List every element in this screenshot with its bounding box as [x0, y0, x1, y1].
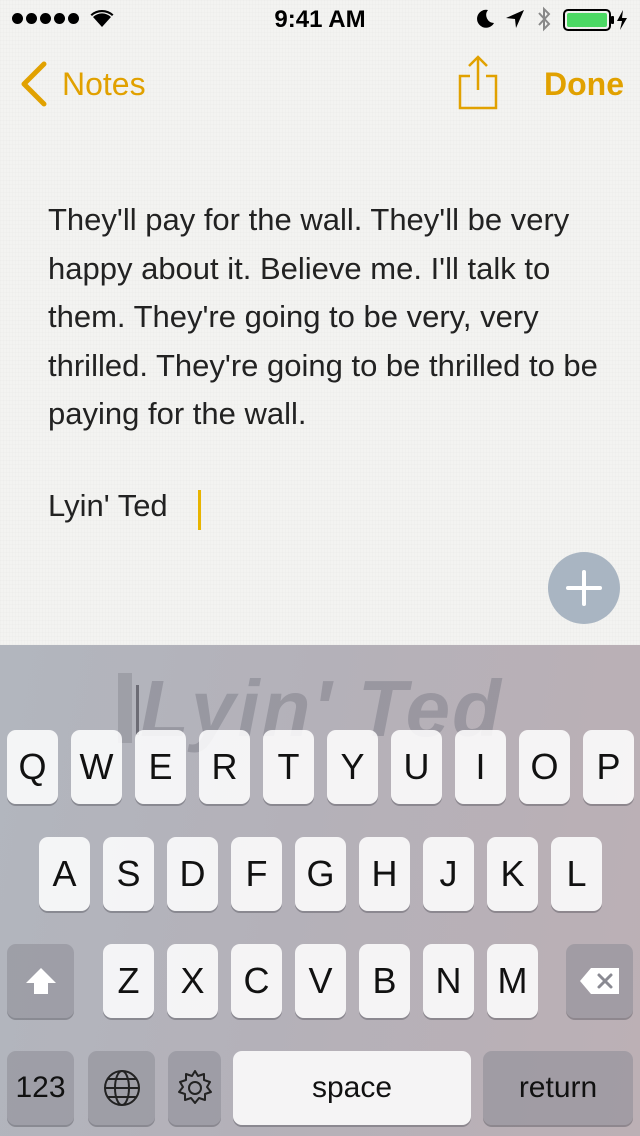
return-key[interactable]: return — [483, 1051, 633, 1125]
ghost-caret — [136, 685, 139, 735]
note-paragraph: They'll pay for the wall. They'll be ver… — [48, 202, 598, 431]
key-s[interactable]: S — [103, 837, 154, 911]
key-e[interactable]: E — [135, 730, 186, 804]
space-key[interactable]: space — [233, 1051, 471, 1125]
chevron-left-icon — [21, 61, 47, 107]
key-o[interactable]: O — [519, 730, 570, 804]
key-l[interactable]: L — [551, 837, 602, 911]
delete-key[interactable] — [566, 944, 633, 1018]
key-c[interactable]: C — [231, 944, 282, 1018]
key-y[interactable]: Y — [327, 730, 378, 804]
key-n[interactable]: N — [423, 944, 474, 1018]
battery-charging-icon — [563, 9, 627, 31]
key-w[interactable]: W — [71, 730, 122, 804]
key-v[interactable]: V — [295, 944, 346, 1018]
key-f[interactable]: F — [231, 837, 282, 911]
share-icon[interactable] — [456, 54, 500, 110]
key-k[interactable]: K — [487, 837, 538, 911]
keyboard: Lyin' Ted Q W E R T Y U I O P A S D F G … — [0, 645, 640, 1136]
note-body[interactable]: They'll pay for the wall. They'll be ver… — [48, 196, 608, 439]
key-b[interactable]: B — [359, 944, 410, 1018]
settings-key[interactable] — [168, 1051, 221, 1125]
key-u[interactable]: U — [391, 730, 442, 804]
key-i[interactable]: I — [455, 730, 506, 804]
done-button[interactable]: Done — [544, 66, 624, 103]
key-a[interactable]: A — [39, 837, 90, 911]
key-q[interactable]: Q — [7, 730, 58, 804]
numbers-key[interactable]: 123 — [7, 1051, 74, 1125]
shift-arrow-icon — [25, 968, 56, 994]
key-d[interactable]: D — [167, 837, 218, 911]
key-r[interactable]: R — [199, 730, 250, 804]
key-p[interactable]: P — [583, 730, 634, 804]
key-z[interactable]: Z — [103, 944, 154, 1018]
navigation-bar: Notes Done — [0, 40, 640, 128]
bluetooth-icon — [538, 6, 551, 32]
key-j[interactable]: J — [423, 837, 474, 911]
globe-key[interactable] — [88, 1051, 155, 1125]
note-signature-line: Lyin' Ted — [48, 488, 168, 523]
back-to-notes-button[interactable]: Notes — [18, 60, 146, 108]
globe-icon — [103, 1070, 140, 1106]
add-checklist-plus-button[interactable] — [548, 552, 620, 624]
prediction-ghost-text: Lyin' Ted — [140, 664, 503, 753]
text-cursor — [198, 490, 201, 530]
gear-icon — [177, 1070, 212, 1104]
key-x[interactable]: X — [167, 944, 218, 1018]
location-arrow-icon — [506, 10, 524, 28]
status-bar: 9:41 AM — [0, 0, 640, 40]
back-button-label: Notes — [62, 65, 146, 102]
backspace-icon — [579, 968, 619, 994]
key-h[interactable]: H — [359, 837, 410, 911]
key-m[interactable]: M — [487, 944, 538, 1018]
key-g[interactable]: G — [295, 837, 346, 911]
shift-key[interactable] — [7, 944, 74, 1018]
key-t[interactable]: T — [263, 730, 314, 804]
do-not-disturb-moon-icon — [477, 9, 494, 28]
